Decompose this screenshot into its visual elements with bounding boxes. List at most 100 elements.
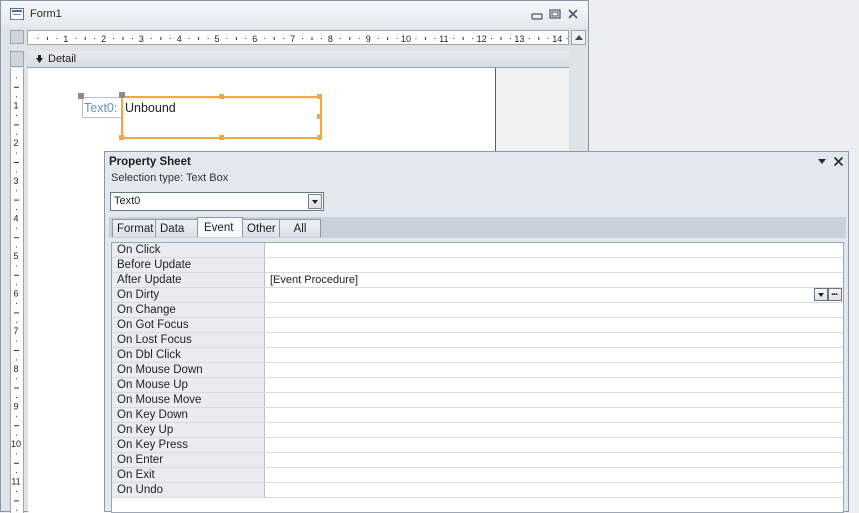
property-label: After Update <box>117 274 182 286</box>
resize-handle-top-right[interactable] <box>317 94 322 99</box>
ruler-tick <box>235 37 237 40</box>
ruler-label: 10 <box>401 34 411 44</box>
ruler-tick <box>14 124 19 126</box>
ruler-tick <box>16 321 17 323</box>
ruler-label: 5 <box>13 251 18 261</box>
pane-close-button[interactable] <box>833 156 844 167</box>
section-arrow-icon <box>36 55 43 63</box>
resize-handle-bottom-left[interactable] <box>119 135 124 140</box>
ruler-label: 6 <box>252 34 257 44</box>
property-row-on-click[interactable]: On Click <box>112 243 843 258</box>
tab-event[interactable]: Event <box>197 217 243 237</box>
tab-data[interactable]: Data <box>155 219 198 237</box>
move-handle-textbox[interactable] <box>119 92 125 98</box>
ruler-tick <box>547 38 549 39</box>
property-row-on-undo[interactable]: On Undo <box>112 483 843 498</box>
control-selector-combo[interactable]: Text0 <box>110 192 324 211</box>
ruler-label: 3 <box>13 176 18 186</box>
ruler-tick <box>84 37 86 40</box>
property-row-on-exit[interactable]: On Exit <box>112 468 843 483</box>
property-label: On Undo <box>117 484 164 496</box>
ruler-label: 13 <box>514 34 524 44</box>
tab-other[interactable]: Other <box>242 219 280 237</box>
ruler-tick <box>339 38 341 39</box>
section-selector[interactable] <box>10 51 24 67</box>
ruler-tick <box>264 38 266 39</box>
resize-handle-top[interactable] <box>219 94 224 99</box>
ruler-tick <box>462 37 464 40</box>
property-row-after-update[interactable]: After Update [Event Procedure] <box>112 273 843 288</box>
minimize-button[interactable] <box>530 7 544 21</box>
ruler-tick <box>377 38 379 39</box>
ruler-tick <box>14 462 19 464</box>
property-row-on-change[interactable]: On Change <box>112 303 843 318</box>
property-row-on-dbl-click[interactable]: On Dbl Click <box>112 348 843 363</box>
ruler-tick <box>500 37 502 40</box>
horizontal-ruler[interactable]: 1 2 3 4 5 6 7 8 9 10 11 12 13 14 <box>27 30 569 45</box>
scroll-up-button[interactable] <box>571 30 586 45</box>
ruler-tick <box>509 38 511 39</box>
close-button[interactable] <box>566 7 580 21</box>
property-row-on-key-up[interactable]: On Key Up <box>112 423 843 438</box>
property-label: On Key Up <box>117 424 174 436</box>
property-row-on-enter[interactable]: On Enter <box>112 453 843 468</box>
property-row-on-got-focus[interactable]: On Got Focus <box>112 318 843 333</box>
move-handle-label[interactable] <box>78 93 84 99</box>
ruler-tick <box>14 425 19 427</box>
ruler-tick <box>358 38 360 39</box>
ruler-label: 9 <box>13 401 18 411</box>
ruler-tick <box>273 37 275 40</box>
property-row-on-mouse-move[interactable]: On Mouse Move <box>112 393 843 408</box>
ruler-tick <box>188 38 190 39</box>
ruler-tick <box>14 162 19 163</box>
form-titlebar[interactable]: Form1 <box>1 1 588 28</box>
property-build-button[interactable]: ... <box>828 286 842 301</box>
tab-all[interactable]: All <box>279 219 321 237</box>
property-label: On Click <box>117 244 161 256</box>
ruler-tick <box>14 500 19 502</box>
tab-format[interactable]: Format <box>112 219 156 237</box>
ruler-tick <box>302 38 304 39</box>
horizontal-ruler-ticks: 1 2 3 4 5 6 7 8 9 10 11 12 13 14 <box>37 34 568 44</box>
ruler-corner[interactable] <box>10 30 24 44</box>
property-row-on-key-press[interactable]: On Key Press <box>112 438 843 453</box>
ruler-tick <box>396 38 398 39</box>
resize-handle-bottom[interactable] <box>219 135 224 140</box>
ruler-tick <box>226 38 228 39</box>
control-selector-dropdown-button[interactable] <box>308 194 322 209</box>
ruler-tick <box>424 37 426 40</box>
property-dropdown-button[interactable] <box>814 288 828 301</box>
property-value[interactable]: [Event Procedure] <box>270 273 358 287</box>
detail-section-bar[interactable]: Detail <box>27 51 569 68</box>
restore-button[interactable] <box>548 7 562 21</box>
vertical-ruler[interactable]: 1 2 3 4 5 6 7 8 9 10 11 <box>10 68 24 513</box>
text0-textbox-value: Unbound <box>125 101 176 115</box>
text0-label[interactable]: Text0: <box>82 97 122 118</box>
property-row-before-update[interactable]: Before Update <box>112 258 843 273</box>
property-label: On Dirty <box>117 289 160 301</box>
ruler-tick <box>160 37 162 40</box>
ruler-tick <box>16 509 17 511</box>
property-row-on-mouse-up[interactable]: On Mouse Up <box>112 378 843 393</box>
resize-handle-right[interactable] <box>317 114 322 119</box>
text0-textbox[interactable]: Unbound <box>121 96 322 139</box>
ruler-label: 14 <box>552 34 562 44</box>
property-row-on-dirty[interactable]: On Dirty ... <box>112 286 843 303</box>
ruler-tick <box>16 472 17 474</box>
property-row-on-lost-focus[interactable]: On Lost Focus <box>112 333 843 348</box>
property-label: On Mouse Up <box>117 379 188 391</box>
ruler-label: 10 <box>11 439 21 449</box>
ruler-tick <box>528 38 530 39</box>
ruler-label: 6 <box>13 289 18 299</box>
property-row-on-mouse-down[interactable]: On Mouse Down <box>112 363 843 378</box>
ruler-tick <box>14 274 19 276</box>
ruler-tick <box>16 434 17 436</box>
pane-menu-chevron-icon[interactable] <box>817 156 827 166</box>
ruler-tick <box>16 190 17 192</box>
ruler-tick <box>283 38 285 39</box>
resize-handle-bottom-right[interactable] <box>317 135 322 140</box>
ruler-tick <box>14 387 19 389</box>
close-icon <box>833 156 844 167</box>
property-row-on-key-down[interactable]: On Key Down <box>112 408 843 423</box>
ruler-label: 11 <box>11 477 20 487</box>
